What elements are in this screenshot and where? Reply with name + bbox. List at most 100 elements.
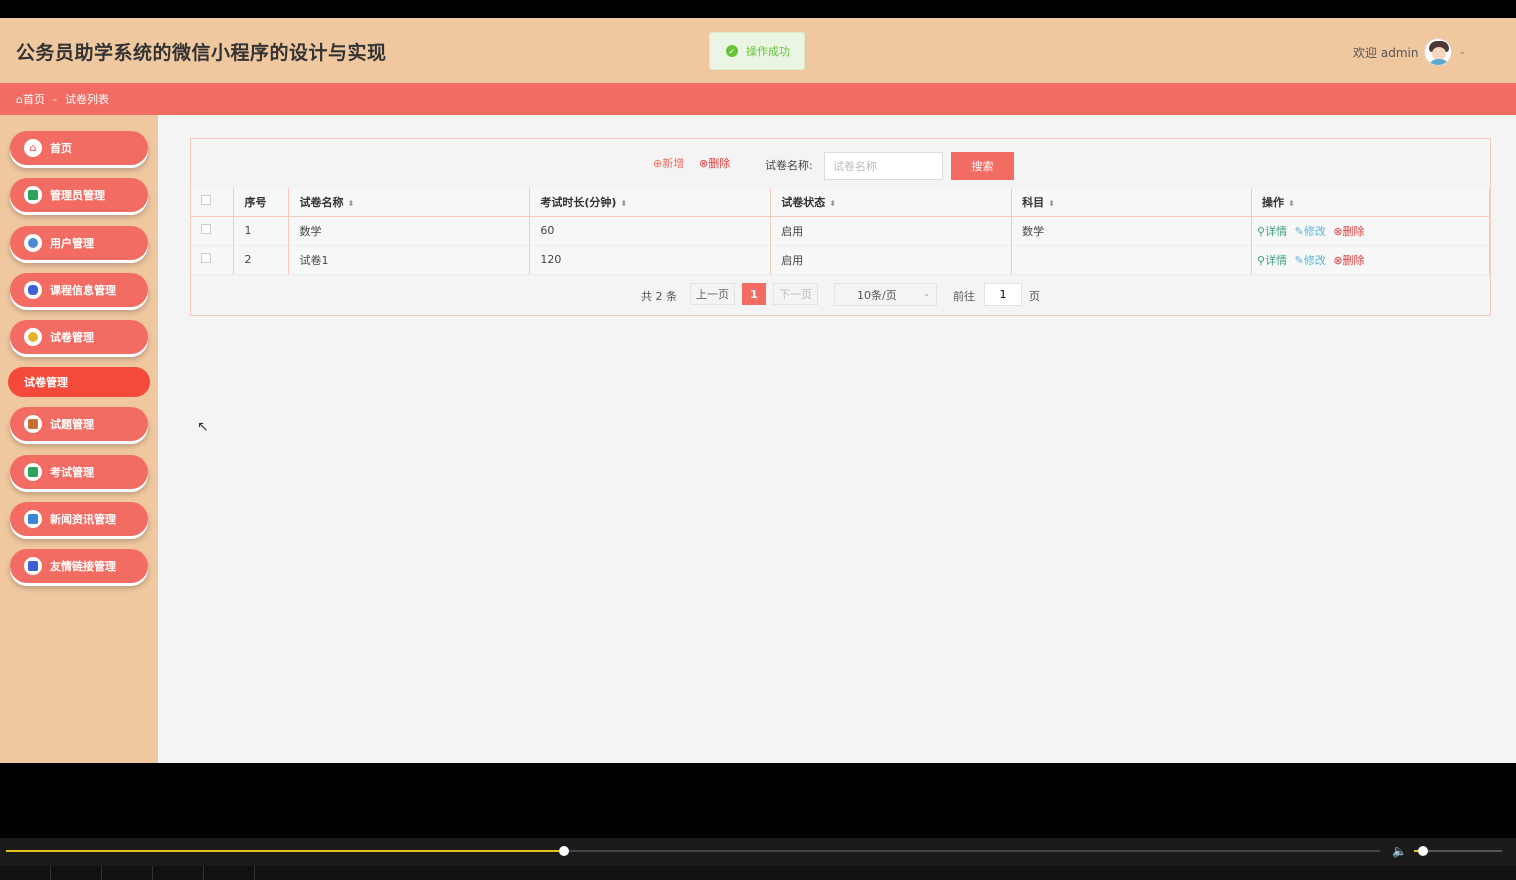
edit-icon: ✎	[1294, 253, 1304, 267]
column-header[interactable]: 操作 ⬍	[1251, 188, 1490, 217]
sidebar-item-news[interactable]: 新闻资讯管理	[10, 502, 148, 536]
search-icon: ⚲	[1257, 224, 1266, 238]
volume-icon[interactable]: 🔈	[1392, 844, 1407, 858]
avatar[interactable]	[1424, 38, 1453, 66]
plus-circle-icon: ⊕	[653, 157, 663, 170]
close-circle-icon: ⊗	[1333, 224, 1343, 238]
sidebar-item-home[interactable]: ⌂ 首页	[10, 131, 148, 165]
welcome-text: 欢迎 admin	[1353, 45, 1419, 60]
table-row: 1 数学 60 启用 数学 ⚲详情 ✎修改 ⊗删除	[191, 216, 1490, 245]
cell-subject	[1011, 245, 1253, 274]
sidebar-item-label: 用户管理	[50, 237, 94, 250]
home-icon[interactable]: ⌂	[16, 93, 23, 106]
edit-button[interactable]: ✎修改	[1295, 225, 1326, 238]
seek-progress	[6, 850, 564, 852]
sidebar-item-label: 试题管理	[50, 418, 94, 431]
row-delete-button[interactable]: ⊗删除	[1333, 254, 1364, 267]
goto-page-input[interactable]	[984, 283, 1022, 306]
table-row: 2 试卷1 120 启用 ⚲详情 ✎修改 ⊗删除	[191, 245, 1490, 274]
column-header[interactable]: 试卷名称 ⬍	[288, 188, 531, 217]
breadcrumb-home[interactable]: 首页	[23, 91, 45, 107]
column-header: 序号	[233, 188, 290, 217]
toolbar: ⊕新增 ⊗删除 试卷名称: 搜索	[191, 152, 1490, 181]
edit-label: 修改	[1303, 224, 1326, 238]
link-icon	[24, 557, 42, 575]
close-circle-icon: ⊗	[1333, 253, 1343, 267]
seek-bar[interactable]	[6, 846, 1380, 856]
sidebar-item-courses[interactable]: 课程信息管理	[10, 273, 148, 307]
current-page[interactable]: 1	[742, 283, 766, 305]
sidebar-item-exams[interactable]: 考试管理	[10, 455, 148, 489]
search-label: 试卷名称:	[765, 159, 813, 172]
sort-icon[interactable]: ⬍	[347, 199, 354, 208]
toast-message: 操作成功	[746, 45, 790, 58]
check-circle-icon: ✓	[726, 45, 738, 57]
header-label: 试卷状态	[781, 195, 826, 209]
seek-handle[interactable]	[558, 846, 569, 856]
row-checkbox[interactable]	[201, 224, 211, 234]
chevron-down-icon: ⌄	[923, 289, 930, 298]
search-icon: ⚲	[1257, 253, 1266, 267]
search-input[interactable]	[824, 152, 943, 180]
search-button[interactable]: 搜索	[951, 152, 1014, 180]
cell-status: 启用	[770, 245, 1013, 274]
breadcrumb-current: 试卷列表	[64, 93, 109, 106]
select-all-cell	[191, 188, 235, 217]
user-menu[interactable]: 欢迎 admin ⌄	[1353, 38, 1466, 66]
sidebar-item-papers[interactable]: 试卷管理	[10, 320, 148, 354]
column-header[interactable]: 考试时长(分钟) ⬍	[529, 188, 772, 217]
detail-button[interactable]: ⚲详情	[1257, 254, 1287, 267]
sidebar-item-label: 新闻资讯管理	[50, 513, 116, 526]
sidebar-item-label: 考试管理	[50, 466, 94, 479]
edit-button[interactable]: ✎修改	[1295, 254, 1326, 267]
delete-button[interactable]: ⊗删除	[699, 155, 730, 171]
column-header[interactable]: 试卷状态 ⬍	[770, 188, 1013, 217]
paper-table: 序号 试卷名称 ⬍ 考试时长(分钟) ⬍ 试卷状态 ⬍ 科目 ⬍ 操作 ⬍ 1 数学 60…	[191, 188, 1490, 275]
prev-page-button[interactable]: 上一页	[690, 283, 735, 305]
admin-icon	[24, 186, 42, 204]
sidebar-item-label: 试卷管理	[50, 331, 94, 344]
cell-index: 2	[233, 245, 290, 274]
delete-label: 删除	[708, 157, 731, 170]
select-all-checkbox[interactable]	[201, 195, 211, 206]
cell-actions: ⚲详情 ✎修改 ⊗删除	[1251, 216, 1490, 245]
page-unit-label: 页	[1029, 290, 1040, 303]
detail-button[interactable]: ⚲详情	[1257, 225, 1287, 238]
row-checkbox[interactable]	[201, 253, 211, 263]
volume-handle[interactable]	[1417, 846, 1428, 856]
cell-status: 启用	[770, 216, 1013, 245]
breadcrumb: ⌂ 首页 - 试卷列表	[0, 83, 1516, 115]
sidebar-item-users[interactable]: 用户管理	[10, 226, 148, 260]
sidebar-item-label: 友情链接管理	[50, 560, 116, 573]
paper-icon	[24, 328, 42, 346]
sort-icon[interactable]: ⬍	[829, 199, 836, 208]
home-icon: ⌂	[24, 139, 42, 157]
sidebar-item-label: 课程信息管理	[50, 284, 116, 297]
app-title: 公务员助学系统的微信小程序的设计与实现	[16, 42, 387, 64]
chevron-down-icon[interactable]: ⌄	[1458, 47, 1466, 57]
taskbar-strip	[0, 866, 1516, 880]
header-label: 序号	[244, 195, 267, 209]
edit-icon: ✎	[1294, 224, 1304, 238]
cell-actions: ⚲详情 ✎修改 ⊗删除	[1251, 245, 1490, 274]
next-page-button[interactable]: 下一页	[773, 283, 818, 305]
header-label: 试卷名称	[299, 195, 344, 209]
header-label: 考试时长(分钟)	[540, 195, 617, 209]
sidebar-item-links[interactable]: 友情链接管理	[10, 549, 148, 583]
sidebar-item-admin[interactable]: 管理员管理	[10, 178, 148, 212]
sidebar-item-questions[interactable]: 试题管理	[10, 407, 148, 441]
question-icon	[24, 415, 42, 433]
page-size-select[interactable]: 10条/页 ⌄	[834, 283, 937, 306]
sort-icon[interactable]: ⬍	[1288, 199, 1295, 208]
sort-icon[interactable]: ⬍	[1048, 199, 1055, 208]
goto-label: 前往	[953, 290, 975, 303]
row-delete-button[interactable]: ⊗删除	[1333, 225, 1364, 238]
submenu-paper-management[interactable]: 试卷管理	[8, 367, 150, 397]
cell-duration: 120	[529, 245, 772, 274]
add-button[interactable]: ⊕新增	[653, 155, 684, 171]
volume-slider[interactable]	[1414, 846, 1502, 856]
top-header: 公务员助学系统的微信小程序的设计与实现 ✓ 操作成功 欢迎 admin ⌄	[0, 18, 1516, 83]
row-select-cell	[191, 245, 235, 274]
column-header[interactable]: 科目 ⬍	[1011, 188, 1253, 217]
sort-icon[interactable]: ⬍	[620, 199, 627, 208]
